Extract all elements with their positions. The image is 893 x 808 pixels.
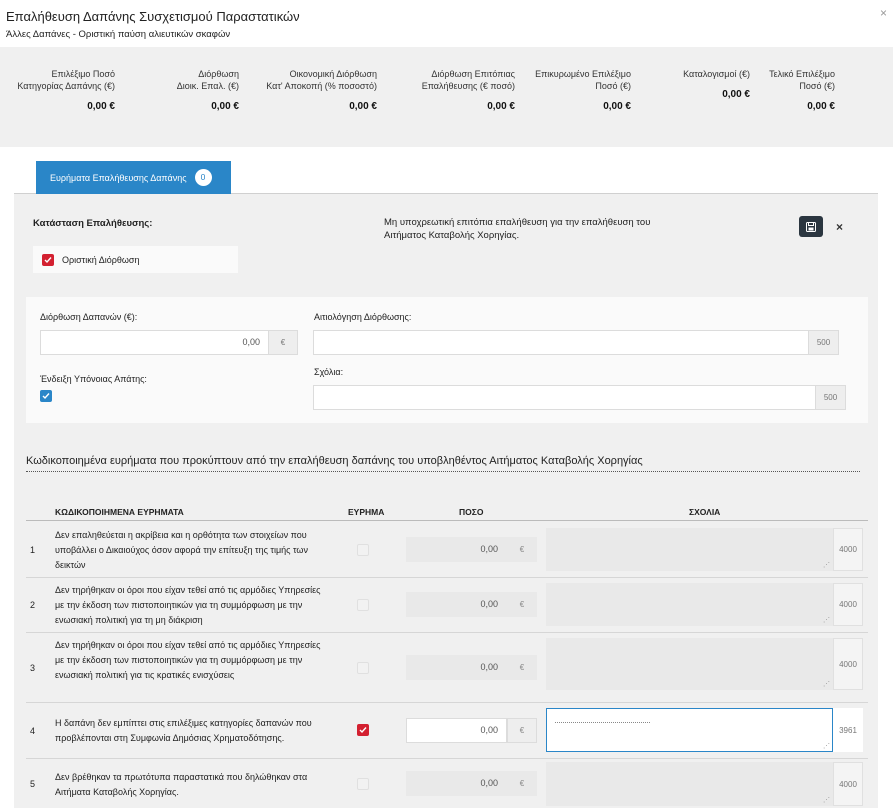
row-char-count: 3961 bbox=[833, 708, 863, 752]
row-comments-input[interactable]: ⋰ bbox=[546, 583, 833, 626]
correction-currency: € bbox=[268, 330, 298, 355]
col-header-findings: ΚΩΔΙΚΟΠΟΙΗΜΕΝΑ ΕΥΡΗΜΑΤΑ bbox=[55, 507, 184, 517]
resize-grip-icon[interactable]: ⋰ bbox=[823, 742, 830, 750]
row-char-count: 4000 bbox=[833, 528, 863, 571]
row-amount-currency: € bbox=[507, 592, 537, 617]
row-finding-text: Δεν τηρήθηκαν οι όροι που είχαν τεθεί απ… bbox=[55, 585, 321, 625]
row-comments-input[interactable]: ⋰ bbox=[546, 708, 833, 752]
save-button[interactable] bbox=[799, 216, 823, 237]
row-amount-currency: € bbox=[507, 537, 537, 562]
page-title: Επαλήθευση Δαπάνης Συσχετισμού Παραστατι… bbox=[6, 9, 300, 24]
close-icon[interactable]: × bbox=[880, 6, 887, 20]
row-amount-input[interactable]: 0,00 bbox=[406, 655, 507, 680]
row-number: 2 bbox=[30, 600, 36, 610]
row-amount-input[interactable]: 0,00 bbox=[406, 537, 507, 562]
row-char-count: 4000 bbox=[833, 638, 863, 690]
summary-band: Επιλέξιμο Ποσό Κατηγορίας Δαπάνης (€) 0,… bbox=[0, 47, 893, 147]
row-finding-checkbox[interactable] bbox=[357, 778, 369, 790]
justification-input[interactable] bbox=[313, 330, 809, 355]
row-finding-text: Δεν επαληθεύεται η ακρίβεια και η ορθότη… bbox=[55, 530, 308, 570]
row-finding-text: Δεν τηρήθηκαν οι όροι που είχαν τεθεί απ… bbox=[55, 640, 321, 680]
page-subtitle: Άλλες Δαπάνες - Οριστική παύση αλιευτικώ… bbox=[6, 29, 231, 40]
save-icon bbox=[806, 221, 816, 232]
row-number: 3 bbox=[30, 663, 36, 673]
resize-grip-icon[interactable]: ⋰ bbox=[823, 561, 830, 569]
col-header-finding: ΕΥΡΗΜΑ bbox=[348, 507, 385, 517]
resize-grip-icon[interactable]: ⋰ bbox=[823, 680, 830, 688]
row-comments-input[interactable]: ⋰ bbox=[546, 762, 833, 806]
tab-count-badge: 0 bbox=[194, 169, 212, 186]
summary-admin-correction: Διόρθωση Διοικ. Επαλ. (€) 0,00 € bbox=[176, 69, 239, 112]
fraud-label: Ένδειξη Υπόνοιας Απάτης: bbox=[40, 374, 147, 384]
status-note: Μη υποχρεωτική επιτόπια επαλήθευση για τ… bbox=[384, 217, 651, 241]
row-number: 5 bbox=[30, 779, 36, 789]
status-label: Κατάσταση Επαλήθευσης: bbox=[33, 218, 153, 229]
table-header-rule bbox=[26, 520, 868, 521]
modal-header: Επαλήθευση Δαπάνης Συσχετισμού Παραστατι… bbox=[0, 0, 893, 47]
row-char-count: 4000 bbox=[833, 762, 863, 806]
row-amount-input[interactable]: 0,00 bbox=[406, 592, 507, 617]
text-cursor-hint bbox=[555, 722, 650, 723]
row-amount-currency: € bbox=[507, 718, 537, 743]
resize-grip-icon[interactable]: ⋰ bbox=[823, 616, 830, 624]
col-header-amount: ΠΟΣΟ bbox=[459, 507, 484, 517]
correction-label: Διόρθωση Δαπανών (€): bbox=[40, 312, 138, 322]
row-divider bbox=[26, 758, 868, 759]
tab-findings[interactable]: Ευρήματα Επαλήθευσης Δαπάνης 0 bbox=[36, 161, 231, 194]
col-header-comments: ΣΧΟΛΙΑ bbox=[689, 507, 721, 517]
resize-grip-icon[interactable]: ⋰ bbox=[823, 796, 830, 804]
row-amount-input[interactable]: 0,00 bbox=[406, 771, 507, 796]
row-comments-input[interactable]: ⋰ bbox=[546, 528, 833, 571]
summary-eligible-amount: Επιλέξιμο Ποσό Κατηγορίας Δαπάνης (€) 0,… bbox=[17, 69, 115, 112]
row-finding-text: Η δαπάνη δεν εμπίπτει στις επιλέξιμες κα… bbox=[55, 718, 312, 743]
row-amount-currency: € bbox=[507, 655, 537, 680]
row-number: 1 bbox=[30, 545, 36, 555]
row-number: 4 bbox=[30, 726, 36, 736]
comments-input[interactable] bbox=[313, 385, 816, 410]
fraud-checkbox[interactable] bbox=[40, 390, 52, 402]
row-amount-currency: € bbox=[507, 771, 537, 796]
findings-title: Κωδικοποιημένα ευρήματα που προκύπτουν α… bbox=[26, 455, 643, 467]
final-correction-option[interactable]: Οριστική Διόρθωση bbox=[33, 246, 238, 273]
row-finding-text: Δεν βρέθηκαν τα πρωτότυπα παραστατικά πο… bbox=[55, 772, 308, 797]
findings-title-rule bbox=[26, 471, 860, 472]
row-finding-checkbox[interactable] bbox=[357, 544, 369, 556]
summary-recoveries: Καταλογισμοί (€) 0,00 € bbox=[683, 69, 750, 100]
row-divider bbox=[26, 632, 868, 633]
row-comments-input[interactable]: ⋰ bbox=[546, 638, 833, 690]
row-amount-input[interactable]: 0,00 bbox=[406, 718, 507, 743]
clear-icon[interactable]: × bbox=[836, 220, 843, 234]
summary-final-eligible: Τελικό Επιλέξιμο Ποσό (€) 0,00 € bbox=[769, 69, 835, 112]
row-finding-checkbox[interactable] bbox=[357, 662, 369, 674]
justification-label: Αιτιολόγηση Διόρθωσης: bbox=[314, 312, 412, 322]
row-finding-checkbox[interactable] bbox=[357, 599, 369, 611]
tab-label: Ευρήματα Επαλήθευσης Δαπάνης bbox=[50, 172, 187, 183]
justification-char-count: 500 bbox=[808, 330, 839, 355]
correction-input[interactable]: 0,00 bbox=[40, 330, 269, 355]
row-divider bbox=[26, 702, 868, 703]
row-finding-checkbox[interactable] bbox=[357, 724, 369, 736]
summary-onsite-correction: Διόρθωση Επιτόπιας Επαλήθευσης (€ ποσό) … bbox=[421, 69, 515, 112]
comments-char-count: 500 bbox=[815, 385, 846, 410]
row-divider bbox=[26, 577, 868, 578]
summary-validated-amount: Επικυρωμένο Επιλέξιμο Ποσό (€) 0,00 € bbox=[535, 69, 631, 112]
summary-flat-rate-correction: Οικονομική Διόρθωση Κατ' Αποκοπή (% ποσο… bbox=[266, 69, 377, 112]
final-correction-checkbox[interactable] bbox=[42, 253, 54, 266]
row-char-count: 4000 bbox=[833, 583, 863, 626]
comments-label: Σχόλια: bbox=[314, 367, 344, 377]
final-correction-label: Οριστική Διόρθωση bbox=[62, 254, 140, 265]
